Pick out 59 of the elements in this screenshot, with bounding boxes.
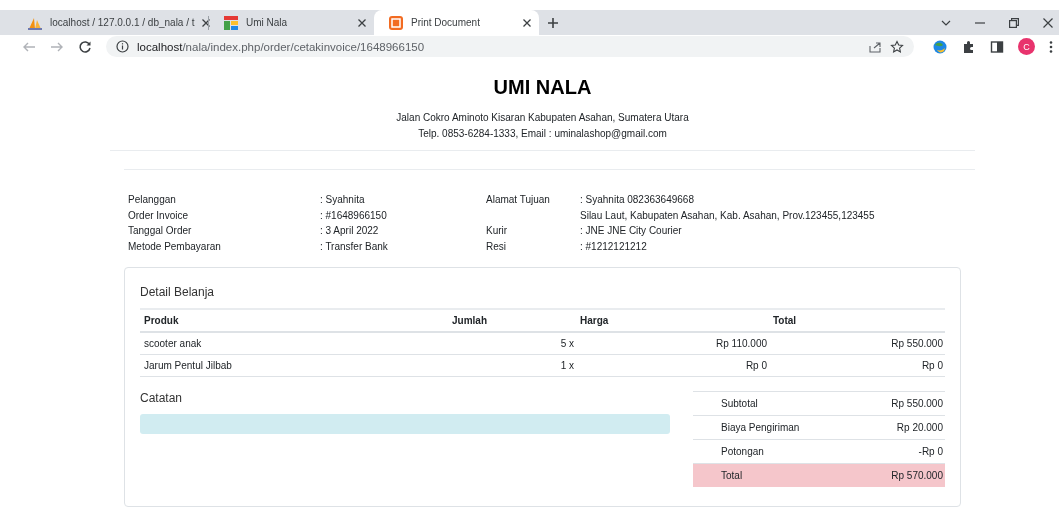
shop-address: Jalan Cokro Aminoto Kisaran Kabupaten Asahan, Sumatera Utara (395, 111, 690, 125)
browser-tab[interactable]: Print Document (374, 10, 539, 35)
summary-value: Rp 20.000 (859, 415, 945, 440)
close-icon[interactable] (523, 18, 531, 27)
column-header: Produk (140, 309, 448, 332)
column-header: Total (769, 309, 945, 332)
table-cell: scooter anak (140, 332, 448, 355)
table-cell: Rp 550.000 (769, 332, 945, 355)
puzzle-icon[interactable] (962, 39, 976, 54)
summary-value: Rp 570.000 (859, 463, 945, 487)
column-header: Jumlah (448, 309, 576, 332)
field-value: : 3 April 2022 (320, 224, 380, 238)
summary-label: Subtotal (693, 391, 860, 416)
close-icon[interactable] (1043, 17, 1053, 28)
field-label: Metode Pembayaran (128, 239, 222, 254)
menu-icon[interactable] (1049, 39, 1053, 54)
field-value: : Transfer Bank (320, 239, 389, 254)
close-icon[interactable] (358, 18, 366, 27)
table-cell: Jarum Pentul Jilbab (140, 354, 448, 377)
restore-icon[interactable] (1009, 17, 1019, 28)
reload-icon[interactable] (78, 39, 92, 54)
summary-label: Biaya Pengiriman (693, 415, 860, 440)
section-title: Catatan (140, 391, 184, 405)
table-cell: 1 x (448, 354, 576, 377)
shop-name: UMI NALA (492, 76, 593, 99)
section-title: Detail Belanja (140, 285, 216, 299)
new-tab-icon[interactable] (547, 17, 559, 29)
field-label: Pelanggan (128, 193, 177, 207)
side-panel-icon[interactable] (990, 39, 1004, 54)
field-value: : #1648966150 (320, 208, 388, 223)
field-value: Silau Laut, Kabupaten Asahan, Kab. Asahan, Prov.123455,123455 (580, 208, 876, 223)
address-bar[interactable]: localhost/nala/index.php/order/cetakinvoice/1648966150 (106, 36, 914, 57)
profile-avatar[interactable]: C (1018, 38, 1035, 55)
share-icon[interactable] (868, 39, 882, 54)
shop-contact: Telp. 0853-6284-1333, Email : uminalashop@gmail.com (417, 127, 668, 141)
printer-icon (388, 14, 404, 31)
grid-icon (223, 14, 239, 31)
summary-value: Rp 550.000 (859, 391, 945, 416)
info-icon (116, 40, 129, 53)
table-cell: Rp 0 (769, 354, 945, 377)
field-value: : Syahnita (320, 193, 366, 207)
table-cell: Rp 0 (576, 354, 769, 377)
field-label: Order Invoice (128, 208, 190, 223)
field-value: : Syahnita 082363649668 (580, 193, 695, 207)
field-label: Tanggal Order (128, 224, 193, 238)
summary-label: Total (693, 463, 860, 487)
table-cell: Rp 110.000 (576, 332, 769, 355)
field-label: Resi (486, 239, 507, 254)
field-value: : #1212121212 (580, 239, 648, 254)
field-label: Kurir (486, 224, 509, 238)
close-icon[interactable] (201, 18, 210, 27)
field-value: : JNE JNE City Courier (580, 224, 683, 238)
url-text: localhost/nala/index.php/order/cetakinvoice/1648966150 (137, 40, 426, 53)
column-header: Harga (576, 309, 769, 332)
browser-tab[interactable]: Umi Nala (209, 10, 374, 35)
star-icon[interactable] (890, 39, 904, 54)
globe-icon[interactable] (932, 38, 948, 55)
table-cell: 5 x (448, 332, 576, 355)
field-label: Alamat Tujuan (486, 193, 551, 207)
